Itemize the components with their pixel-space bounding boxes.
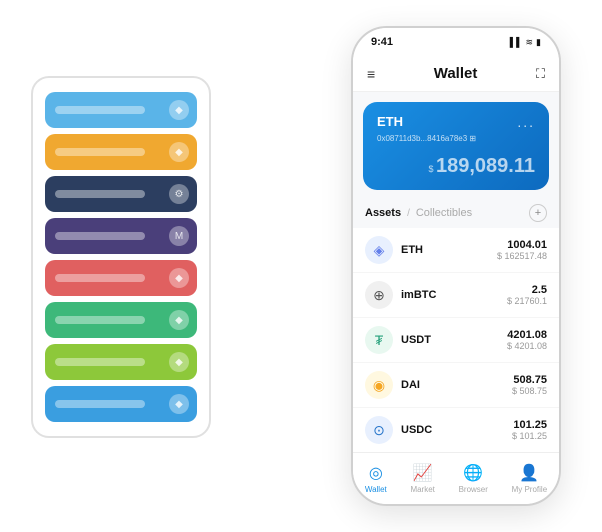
card-item-3[interactable]: M <box>45 218 197 254</box>
expand-icon[interactable]: ⛶ <box>536 66 545 82</box>
asset-icon-dai: ◉ <box>365 371 393 399</box>
card-icon-4: ◆ <box>169 268 189 288</box>
card-text-6 <box>55 358 145 366</box>
asset-amount-eth: 1004.01 <box>497 239 547 251</box>
asset-amount-imbtc: 2.5 <box>507 284 547 296</box>
tab-divider: / <box>407 208 410 219</box>
wallet-nav-icon: ◎ <box>369 463 383 483</box>
wifi-icon: ≋ <box>526 37 534 48</box>
eth-balance: 189,089.11 <box>436 155 535 177</box>
asset-item-usdc[interactable]: ⊙ USDC101.25$ 101.25 <box>353 408 559 452</box>
asset-amount-dai: 508.75 <box>512 374 547 386</box>
phone: 9:41 ▌▌ ≋ ▮ ≡ Wallet ⛶ ETH ... 0x08711d3… <box>351 26 561 506</box>
eth-card[interactable]: ETH ... 0x08711d3b...8416a78e3 ⊞ $ 189,0… <box>363 102 549 190</box>
card-stack: ◆ ◆ ⚙ M ◆ ◆ ◆ ◆ <box>31 76 211 438</box>
card-text-5 <box>55 316 145 324</box>
asset-name-usdt: USDT <box>401 334 507 346</box>
asset-usd-imbtc: $ 21760.1 <box>507 296 547 306</box>
asset-usd-eth: $ 162517.48 <box>497 251 547 261</box>
card-icon-7: ◆ <box>169 394 189 414</box>
tab-collectibles[interactable]: Collectibles <box>416 207 472 219</box>
asset-item-usdt[interactable]: ₮ USDT4201.08$ 4201.08 <box>353 318 559 363</box>
asset-item-eth[interactable]: ◈ ETH1004.01$ 162517.48 <box>353 228 559 273</box>
profile-nav-icon: 👤 <box>519 463 539 483</box>
status-icons: ▌▌ ≋ ▮ <box>510 37 541 48</box>
asset-item-dai[interactable]: ◉ DAI508.75$ 508.75 <box>353 363 559 408</box>
asset-usd-usdt: $ 4201.08 <box>507 341 547 351</box>
card-item-7[interactable]: ◆ <box>45 386 197 422</box>
asset-icon-usdt: ₮ <box>365 326 393 354</box>
nav-browser[interactable]: 🌐 Browser <box>459 463 488 494</box>
status-bar: 9:41 ▌▌ ≋ ▮ <box>353 28 559 56</box>
nav-profile[interactable]: 👤 My Profile <box>512 463 548 494</box>
eth-balance-label: $ 189,089.11 <box>377 155 535 178</box>
header-title: Wallet <box>434 65 478 82</box>
nav-market[interactable]: 📈 Market <box>410 463 434 494</box>
battery-icon: ▮ <box>536 37 541 48</box>
card-text-4 <box>55 274 145 282</box>
eth-card-menu[interactable]: ... <box>517 114 535 130</box>
nav-wallet[interactable]: ◎ Wallet <box>365 463 387 494</box>
card-text-1 <box>55 148 145 156</box>
asset-usd-usdc: $ 101.25 <box>512 431 547 441</box>
scene: ◆ ◆ ⚙ M ◆ ◆ ◆ ◆ 9:41 ▌▌ ≋ ▮ ≡ Wallet ⛶ ETH ... <box>21 16 581 516</box>
wallet-nav-label: Wallet <box>365 485 387 494</box>
asset-usd-dai: $ 508.75 <box>512 386 547 396</box>
asset-item-imbtc[interactable]: ⊕ imBTC2.5$ 21760.1 <box>353 273 559 318</box>
card-icon-3: M <box>169 226 189 246</box>
tab-assets[interactable]: Assets <box>365 207 401 219</box>
asset-amounts-imbtc: 2.5$ 21760.1 <box>507 284 547 306</box>
asset-amounts-eth: 1004.01$ 162517.48 <box>497 239 547 261</box>
asset-amount-usdt: 4201.08 <box>507 329 547 341</box>
assets-tabs: Assets / Collectibles <box>365 207 472 219</box>
asset-amount-usdc: 101.25 <box>512 419 547 431</box>
assets-header: Assets / Collectibles + <box>353 198 559 228</box>
asset-name-eth: ETH <box>401 244 497 256</box>
menu-icon[interactable]: ≡ <box>367 66 375 82</box>
add-asset-button[interactable]: + <box>529 204 547 222</box>
asset-name-imbtc: imBTC <box>401 289 507 301</box>
card-item-2[interactable]: ⚙ <box>45 176 197 212</box>
asset-list: ◈ ETH1004.01$ 162517.48 ⊕ imBTC2.5$ 21760.1… <box>353 228 559 452</box>
bottom-nav: ◎ Wallet 📈 Market 🌐 Browser 👤 My Profile <box>353 452 559 504</box>
asset-icon-usdc: ⊙ <box>365 416 393 444</box>
card-item-5[interactable]: ◆ <box>45 302 197 338</box>
asset-amounts-usdc: 101.25$ 101.25 <box>512 419 547 441</box>
market-nav-icon: 📈 <box>413 463 433 483</box>
profile-nav-label: My Profile <box>512 485 548 494</box>
card-text-2 <box>55 190 145 198</box>
asset-icon-eth: ◈ <box>365 236 393 264</box>
asset-amounts-usdt: 4201.08$ 4201.08 <box>507 329 547 351</box>
card-item-4[interactable]: ◆ <box>45 260 197 296</box>
card-item-1[interactable]: ◆ <box>45 134 197 170</box>
eth-card-title: ETH <box>377 114 403 129</box>
card-text-0 <box>55 106 145 114</box>
asset-icon-imbtc: ⊕ <box>365 281 393 309</box>
card-text-3 <box>55 232 145 240</box>
eth-card-top: ETH ... <box>377 114 535 130</box>
phone-header: ≡ Wallet ⛶ <box>353 56 559 92</box>
signal-icon: ▌▌ <box>510 37 523 47</box>
card-icon-5: ◆ <box>169 310 189 330</box>
market-nav-label: Market <box>410 485 434 494</box>
card-icon-2: ⚙ <box>169 184 189 204</box>
card-icon-1: ◆ <box>169 142 189 162</box>
browser-nav-label: Browser <box>459 485 488 494</box>
card-item-0[interactable]: ◆ <box>45 92 197 128</box>
phone-content: ETH ... 0x08711d3b...8416a78e3 ⊞ $ 189,0… <box>353 92 559 452</box>
asset-name-usdc: USDC <box>401 424 512 436</box>
card-icon-0: ◆ <box>169 100 189 120</box>
asset-name-dai: DAI <box>401 379 512 391</box>
card-item-6[interactable]: ◆ <box>45 344 197 380</box>
card-text-7 <box>55 400 145 408</box>
asset-amounts-dai: 508.75$ 508.75 <box>512 374 547 396</box>
browser-nav-icon: 🌐 <box>463 463 483 483</box>
card-icon-6: ◆ <box>169 352 189 372</box>
status-time: 9:41 <box>371 36 393 48</box>
eth-address: 0x08711d3b...8416a78e3 ⊞ <box>377 134 535 143</box>
